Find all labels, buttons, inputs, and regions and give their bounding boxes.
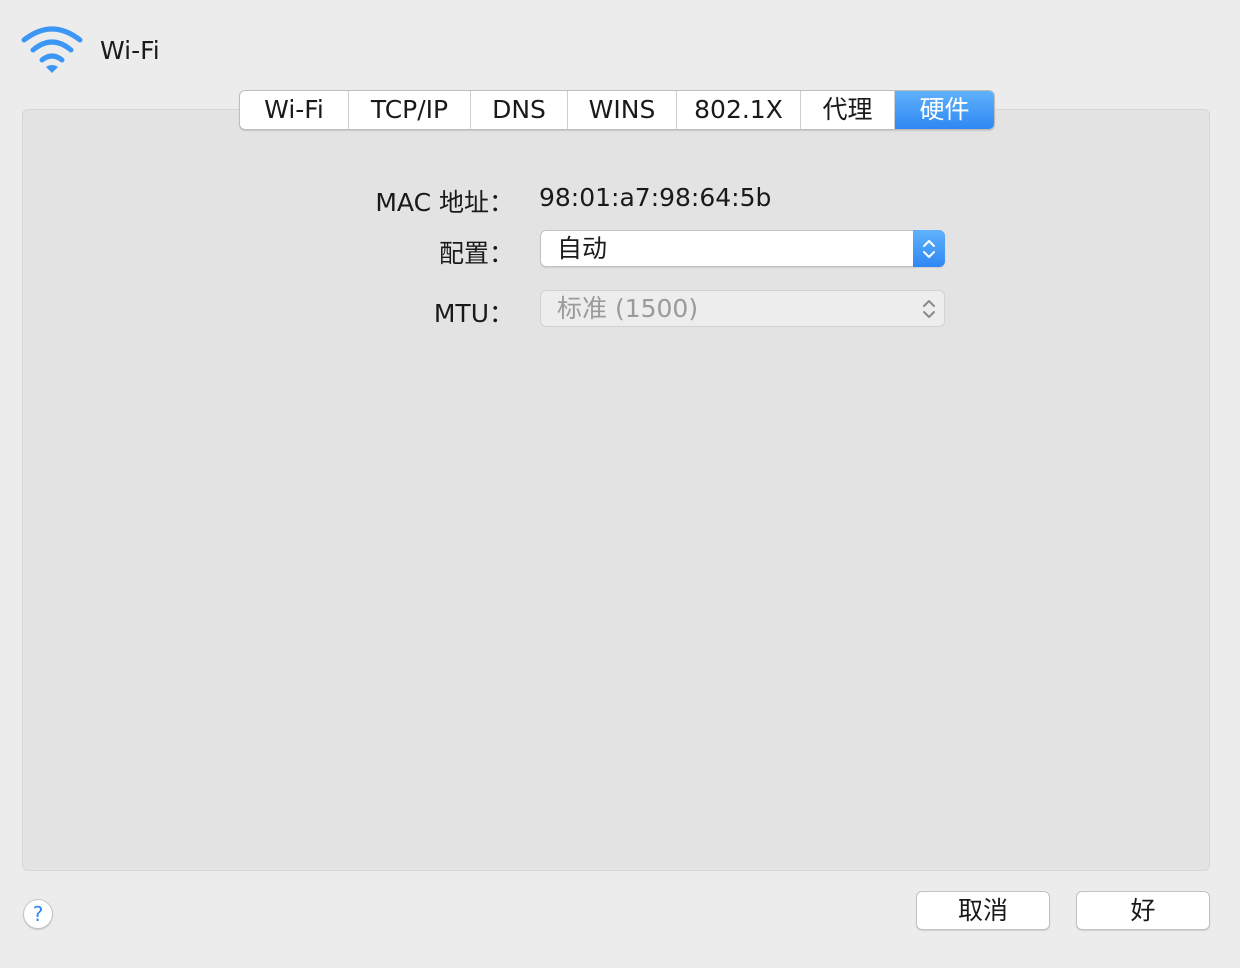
tab-wins[interactable]: WINS (568, 91, 677, 129)
window-title: Wi-Fi (100, 35, 160, 65)
wifi-icon (21, 26, 83, 73)
mtu-popup-value: 标准 (1500) (557, 294, 699, 323)
tab-8021x[interactable]: 802.1X (677, 91, 801, 129)
mtu-stepper (913, 290, 945, 327)
ok-button[interactable]: 好 (1076, 891, 1210, 930)
config-label: 配置： (438, 239, 514, 268)
cancel-button[interactable]: 取消 (916, 891, 1050, 930)
tab-hardware[interactable]: 硬件 (895, 91, 994, 129)
tab-tcpip[interactable]: TCP/IP (349, 91, 471, 129)
question-mark-icon: ? (32, 902, 44, 926)
config-popup[interactable]: 自动 (540, 230, 945, 267)
mac-address-value: 98:01:a7:98:64:5b (539, 183, 772, 212)
mtu-label: MTU： (433, 299, 514, 328)
tab-bar: Wi-Fi TCP/IP DNS WINS 802.1X 代理 硬件 (239, 90, 995, 130)
chevron-up-down-icon (923, 239, 935, 258)
mac-address-label: MAC 地址： (375, 188, 514, 217)
tab-dns[interactable]: DNS (471, 91, 568, 129)
settings-panel (22, 109, 1210, 871)
tab-wifi[interactable]: Wi-Fi (240, 91, 349, 129)
mtu-popup: 标准 (1500) (540, 290, 945, 327)
window-header: Wi-Fi (20, 22, 160, 78)
help-button[interactable]: ? (23, 899, 53, 929)
config-popup-value: 自动 (557, 234, 608, 263)
chevron-up-down-icon (923, 299, 935, 318)
config-stepper[interactable] (913, 230, 945, 267)
tab-proxy[interactable]: 代理 (801, 91, 895, 129)
